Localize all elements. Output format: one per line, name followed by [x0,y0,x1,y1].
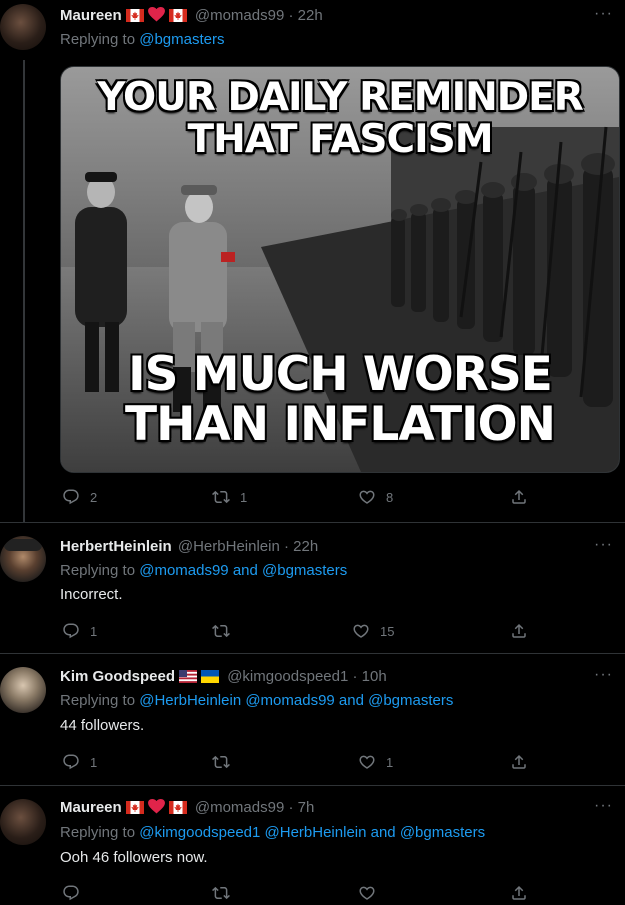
display-name[interactable]: Kim Goodspeed [60,668,175,685]
retweet-icon [212,622,230,640]
meme-caption-bottom: IS MUCH WORSE [128,347,553,402]
user-handle[interactable]: @momads99 [195,7,284,24]
meme-caption-bottom-2: THAN INFLATION [125,397,556,452]
tweet-header: Maureen @momads99 · 7h [60,798,314,818]
like-count: 8 [386,489,394,505]
replying-to: Replying to @momads99 and @bgmasters [60,561,347,581]
replying-to-link[interactable]: @HerbHeinlein @momads99 and @bgmasters [139,692,453,709]
tweet-image[interactable]: YOUR DAILY REMINDER THAT FASCISM IS MUCH… [60,66,620,473]
avatar[interactable] [0,667,46,713]
more-options-icon[interactable]: ··· [594,798,613,814]
reply-icon [62,753,80,771]
like-count: 15 [380,623,395,639]
replying-to-label: Replying to [60,562,136,579]
meme-caption-top: YOUR DAILY REMINDER [97,75,584,120]
timestamp[interactable]: · 7h [288,799,314,816]
timestamp[interactable]: · 10h [353,668,387,685]
share-button[interactable] [510,488,528,506]
more-options-icon[interactable]: ··· [594,537,613,553]
meme-caption-top-2: THAT FASCISM [187,117,493,162]
replying-to-link[interactable]: @momads99 and @bgmasters [139,562,347,579]
tweet-header: Kim Goodspeed @kimgoodspeed1 · 10h [60,667,387,687]
timestamp[interactable]: · 22h [288,7,322,24]
tweet-3[interactable]: Kim Goodspeed @kimgoodspeed1 · 10h ··· R… [0,653,625,785]
canada-flag-icon [126,801,144,814]
like-icon [352,622,370,640]
user-handle[interactable]: @HerbHeinlein [178,538,280,555]
share-button[interactable] [510,884,528,902]
share-button[interactable] [510,753,528,771]
reply-icon [62,622,80,640]
retweet-button[interactable] [212,753,230,771]
tweet-header: Maureen @momads99 · 22h [60,6,323,26]
reply-count: 1 [90,623,98,639]
retweet-count: 1 [240,489,248,505]
tweet-text: Ooh 46 followers now. [60,849,208,866]
like-button[interactable] [358,884,376,902]
share-icon [510,488,528,506]
retweet-icon [212,884,230,902]
canada-flag-icon [126,9,144,22]
replying-to: Replying to @kimgoodspeed1 @HerbHeinlein… [60,823,485,843]
reply-button[interactable]: 1 [62,622,97,640]
avatar[interactable] [0,536,46,582]
display-name[interactable]: Maureen [60,799,122,816]
tweet-1[interactable]: Maureen @momads99 · 22h ··· Replying to … [0,0,625,522]
canada-flag-icon [169,801,187,814]
share-icon [510,753,528,771]
timestamp[interactable]: · 22h [284,538,318,555]
like-button[interactable]: 8 [358,488,393,506]
display-name[interactable]: Maureen [60,7,122,24]
avatar[interactable] [0,799,46,845]
replying-to-label: Replying to [60,31,136,48]
replying-to: Replying to @HerbHeinlein @momads99 and … [60,691,453,711]
user-handle[interactable]: @kimgoodspeed1 [227,668,348,685]
reply-icon [62,488,80,506]
more-options-icon[interactable]: ··· [594,667,613,683]
share-button[interactable] [510,622,528,640]
tweet-header: HerbertHeinlein @HerbHeinlein · 22h [60,537,318,557]
tweet-text: 44 followers. [60,717,145,734]
more-options-icon[interactable]: ··· [594,6,613,22]
retweet-button[interactable] [212,622,230,640]
like-button[interactable]: 1 [358,753,393,771]
retweet-icon [212,753,230,771]
reply-count: 2 [90,489,98,505]
display-name[interactable]: HerbertHeinlein [60,538,172,555]
replying-to-link[interactable]: @bgmasters [139,31,224,48]
reply-button[interactable] [62,884,80,902]
retweet-button[interactable] [212,884,230,902]
like-icon [358,488,376,506]
like-button[interactable]: 15 [352,622,394,640]
retweet-icon [212,488,230,506]
avatar[interactable] [0,4,46,50]
user-handle[interactable]: @momads99 [195,799,284,816]
replying-to-label: Replying to [60,692,136,709]
us-flag-icon [179,670,197,683]
like-count: 1 [386,754,394,770]
like-icon [358,884,376,902]
red-heart-icon [148,799,165,814]
avatar-cap [4,539,42,551]
reply-count: 1 [90,754,98,770]
reply-button[interactable]: 1 [62,753,97,771]
ukraine-flag-icon [201,670,219,683]
replying-to: Replying to @bgmasters [60,30,224,50]
canada-flag-icon [169,9,187,22]
replying-to-label: Replying to [60,824,136,841]
share-icon [510,622,528,640]
share-icon [510,884,528,902]
reply-button[interactable]: 2 [62,488,97,506]
like-icon [358,753,376,771]
red-heart-icon [148,7,165,22]
tweet-4[interactable]: Maureen @momads99 · 7h ··· Replying to @… [0,785,625,905]
reply-icon [62,884,80,902]
tweet-2[interactable]: HerbertHeinlein @HerbHeinlein · 22h ··· … [0,522,625,653]
tweet-text: Incorrect. [60,586,123,603]
replying-to-link[interactable]: @kimgoodspeed1 @HerbHeinlein and @bgmast… [139,824,485,841]
retweet-button[interactable]: 1 [212,488,247,506]
